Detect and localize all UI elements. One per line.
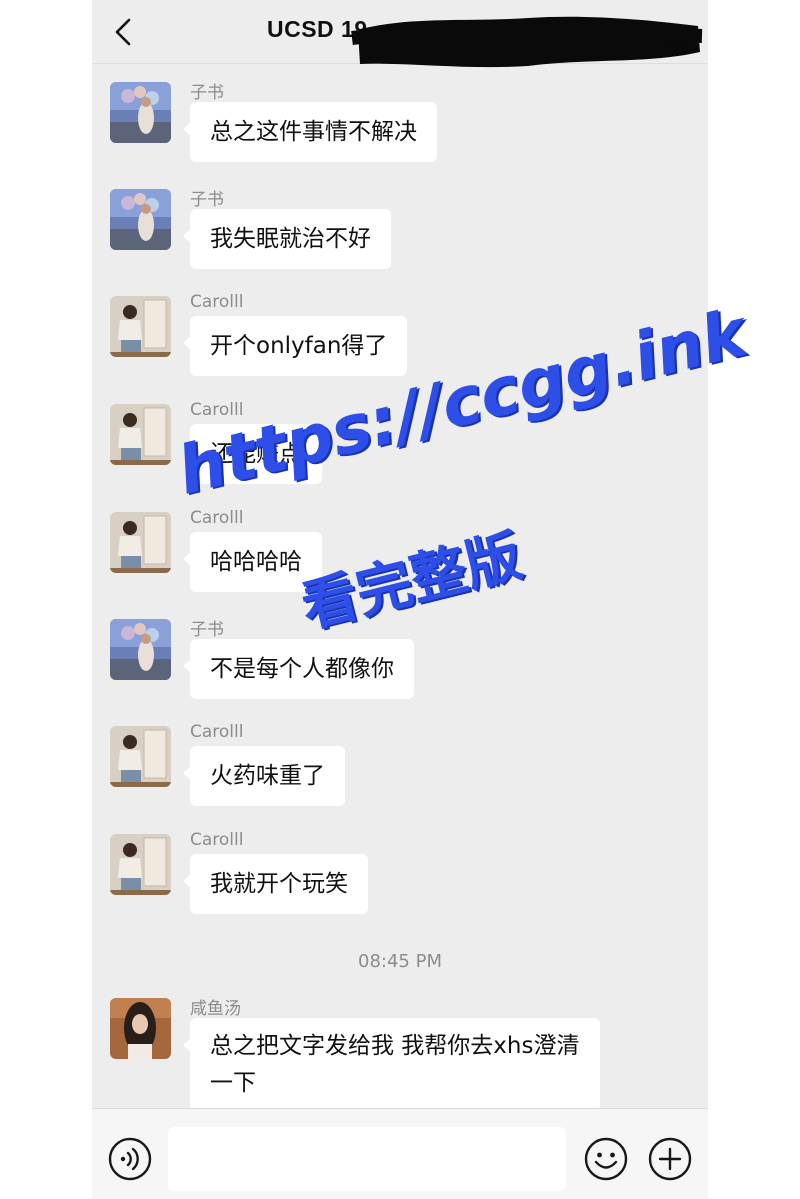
message-bubble[interactable]: 总之把文字发给我 我帮你去xhs澄清一下 bbox=[183, 1018, 600, 1112]
chat-header: UCSD 19 bbox=[92, 0, 708, 68]
chevron-left-icon bbox=[115, 18, 131, 46]
avatar[interactable] bbox=[110, 726, 171, 787]
avatar-carolll-image bbox=[110, 296, 171, 357]
avatar-carolll-image bbox=[110, 726, 171, 787]
message-bubble[interactable]: 我失眠就治不好 bbox=[183, 209, 391, 269]
input-bar bbox=[92, 1108, 708, 1199]
avatar-carolll-image bbox=[110, 512, 171, 573]
voice-button[interactable] bbox=[108, 1137, 152, 1181]
sender-name: Carolll bbox=[190, 400, 244, 420]
avatar[interactable] bbox=[110, 998, 171, 1059]
sender-name: Carolll bbox=[190, 292, 244, 312]
sender-name: 子书 bbox=[190, 190, 224, 210]
avatar[interactable] bbox=[110, 512, 171, 573]
timestamp: 08:45 PM bbox=[358, 951, 442, 972]
emoji-button[interactable] bbox=[584, 1137, 628, 1181]
sender-name: Carolll bbox=[190, 830, 244, 850]
avatar-zishu-image bbox=[110, 189, 171, 250]
avatar-zishu-image bbox=[110, 619, 171, 680]
avatar[interactable] bbox=[110, 404, 171, 465]
message-bubble[interactable]: 我就开个玩笑 bbox=[183, 854, 368, 914]
message-bubble[interactable]: 总之这件事情不解决 bbox=[183, 102, 437, 162]
message-input[interactable] bbox=[168, 1127, 566, 1191]
avatar-zishu-image bbox=[110, 82, 171, 143]
avatar[interactable] bbox=[110, 296, 171, 357]
message-bubble[interactable]: 开个onlyfan得了 bbox=[182, 316, 408, 376]
back-button[interactable] bbox=[112, 16, 136, 48]
chat-window: UCSD 19 子书 总之这件事情不解决 子书 我失眠就治不好 Carolll … bbox=[92, 0, 708, 1199]
more-button[interactable] bbox=[648, 1137, 692, 1181]
sender-name: 咸鱼汤 bbox=[190, 999, 241, 1019]
avatar[interactable] bbox=[110, 189, 171, 250]
message-bubble[interactable]: 不是每个人都像你 bbox=[183, 639, 414, 699]
message-bubble[interactable]: 火药味重了 bbox=[183, 746, 345, 806]
avatar[interactable] bbox=[110, 834, 171, 895]
sender-name: Carolll bbox=[190, 722, 244, 742]
sender-name: 子书 bbox=[190, 620, 224, 640]
emoji-icon bbox=[584, 1137, 628, 1181]
message-bubble[interactable]: 还能赚点 bbox=[183, 424, 322, 484]
avatar[interactable] bbox=[110, 619, 171, 680]
plus-icon bbox=[648, 1137, 692, 1181]
message-bubble[interactable]: 哈哈哈哈 bbox=[183, 532, 322, 592]
avatar-xianyutang-image bbox=[110, 998, 171, 1059]
sender-name: 子书 bbox=[190, 83, 224, 103]
avatar-carolll-image bbox=[110, 404, 171, 465]
redaction-scribble bbox=[351, 16, 703, 68]
voice-icon bbox=[108, 1137, 152, 1181]
avatar[interactable] bbox=[110, 82, 171, 143]
avatar-carolll-image bbox=[110, 834, 171, 895]
sender-name: Carolll bbox=[190, 508, 244, 528]
